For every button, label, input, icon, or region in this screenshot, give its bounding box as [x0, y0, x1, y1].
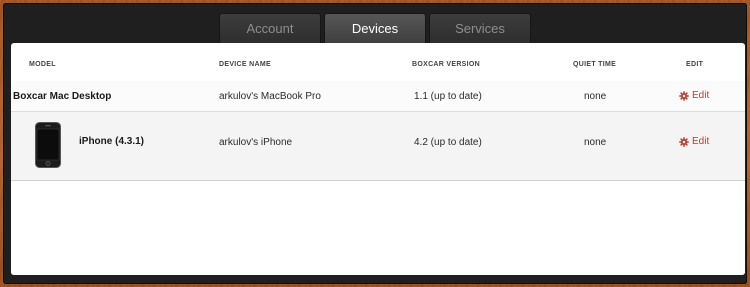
boxcar-version: 1.1 (up to date)	[414, 91, 482, 102]
edit-label: Edit	[692, 90, 710, 101]
gear-icon	[679, 136, 689, 147]
iphone-icon	[35, 122, 61, 168]
device-name: arkulov's MacBook Pro	[219, 91, 321, 102]
tab-account[interactable]: Account	[219, 13, 321, 43]
header-edit: EDIT	[686, 61, 704, 68]
devices-panel: MODEL DEVICE NAME BOXCAR VERSION QUIET T…	[11, 43, 745, 275]
tab-bar: Account Devices Services	[219, 13, 531, 43]
tab-devices[interactable]: Devices	[324, 13, 426, 43]
edit-label: Edit	[692, 136, 710, 147]
header-quiet-time: QUIET TIME	[573, 61, 617, 68]
quiet-time: none	[584, 137, 607, 148]
model-name: Boxcar Mac Desktop	[13, 91, 112, 102]
table-row: Boxcar Mac Desktop arkulov's MacBook Pro…	[11, 81, 745, 112]
edit-button[interactable]: Edit	[679, 136, 709, 147]
tab-services[interactable]: Services	[429, 13, 531, 43]
edit-button[interactable]: Edit	[679, 90, 709, 101]
header-device-name: DEVICE NAME	[219, 61, 271, 68]
device-name: arkulov's iPhone	[219, 137, 293, 148]
gear-icon	[679, 90, 689, 101]
model-name: iPhone (4.3.1)	[79, 136, 145, 147]
empty-area	[11, 181, 745, 275]
boxcar-version: 4.2 (up to date)	[414, 137, 482, 148]
header-boxcar-version: BOXCAR VERSION	[412, 61, 480, 68]
header-model: MODEL	[29, 61, 56, 68]
quiet-time: none	[584, 91, 607, 102]
table-row: iPhone (4.3.1) arkulov's iPhone 4.2 (up …	[11, 112, 745, 181]
app-frame: Account Devices Services MODEL DEVICE NA…	[3, 3, 747, 284]
table-header: MODEL DEVICE NAME BOXCAR VERSION QUIET T…	[11, 43, 745, 82]
